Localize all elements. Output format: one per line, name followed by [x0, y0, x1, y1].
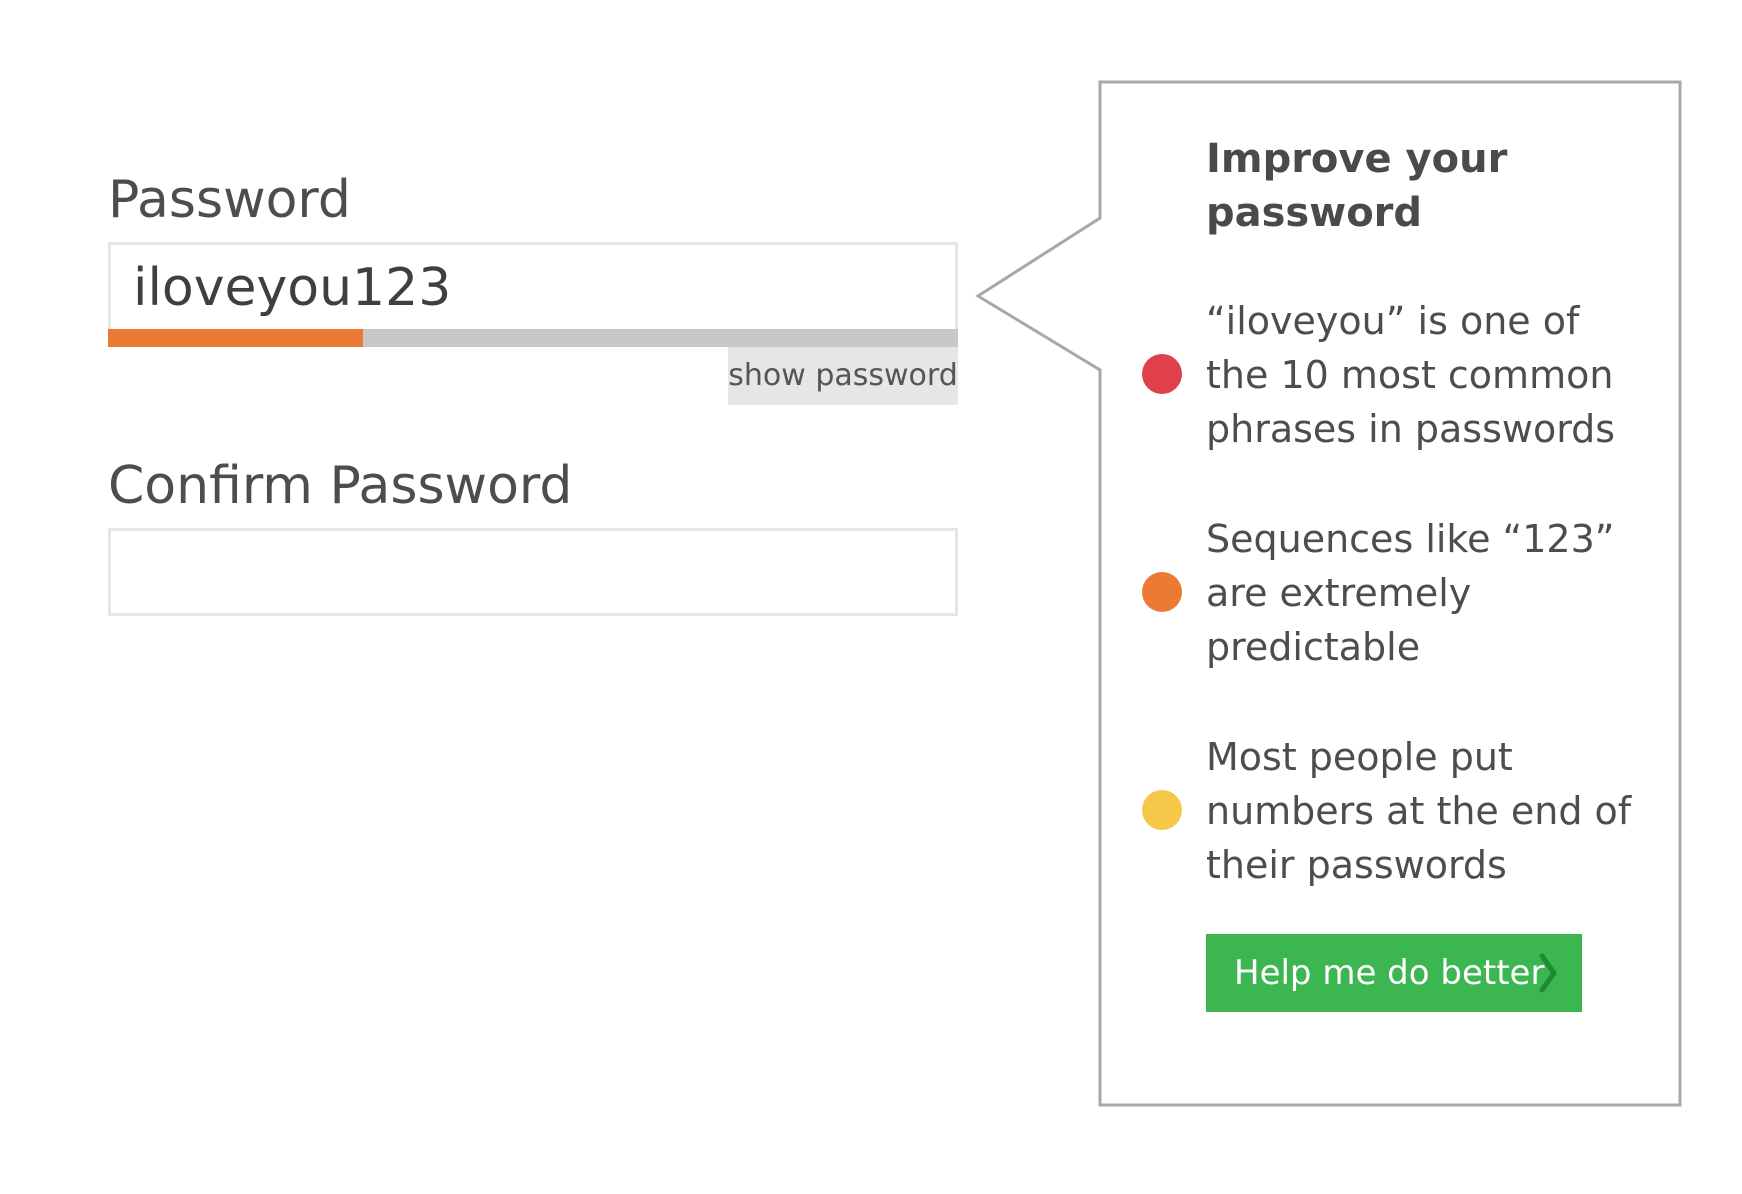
confirm-password-label: Confirm Password — [108, 456, 573, 516]
password-tips-callout: Improve your password “iloveyou” is one … — [1100, 80, 1660, 1102]
password-input[interactable] — [108, 242, 958, 330]
callout-title: Improve your password — [1206, 136, 1508, 236]
password-label: Password — [108, 170, 351, 230]
tip-text: Most people put numbers at the end of th… — [1206, 735, 1632, 887]
severity-dot-icon — [1142, 790, 1182, 830]
confirm-password-input[interactable] — [108, 528, 958, 616]
tip-text: “iloveyou” is one of the 10 most common … — [1206, 299, 1616, 451]
help-button-label: Help me do better — [1234, 953, 1545, 993]
help-me-do-better-button[interactable]: Help me do better — [1206, 934, 1582, 1012]
chevron-right-icon — [1539, 953, 1557, 993]
password-strength-fill — [108, 329, 363, 347]
severity-dot-icon — [1142, 354, 1182, 394]
show-password-button[interactable]: show password — [728, 347, 958, 405]
severity-dot-icon — [1142, 572, 1182, 612]
password-strength-meter — [108, 329, 958, 347]
tip-text: Sequences like “123” are extremely predi… — [1206, 517, 1615, 669]
